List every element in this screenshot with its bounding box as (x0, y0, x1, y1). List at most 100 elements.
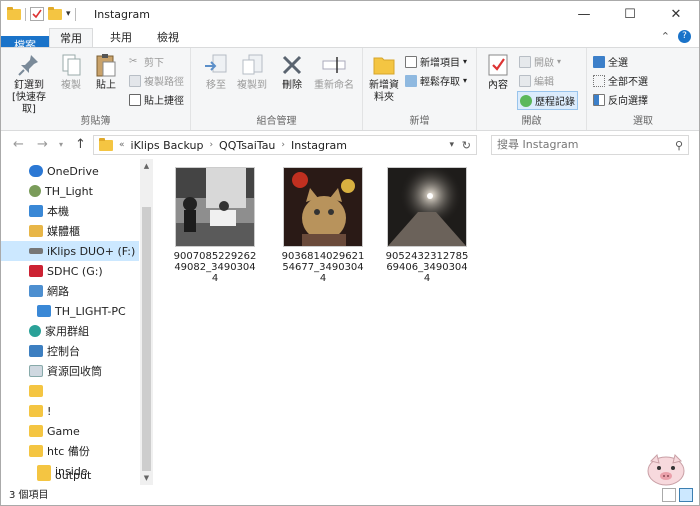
sidebar-item-onedrive[interactable]: OneDrive (29, 161, 99, 181)
copy-to-button[interactable]: 複製到 (235, 52, 269, 92)
breadcrumb-item[interactable]: QQTsaiTau (219, 139, 275, 152)
select-none-label: 全部不選 (608, 77, 648, 88)
large-icons-view-icon[interactable] (679, 488, 693, 502)
help-icon[interactable]: ? (678, 30, 691, 43)
history-button[interactable]: 歷程記錄 (517, 91, 578, 110)
back-arrow-icon[interactable]: ← (13, 137, 24, 152)
sidebar-item-user[interactable]: TH_Light (29, 181, 93, 201)
sidebar-item-iklips[interactable]: iKlips DUO+ (F:) (1, 241, 139, 261)
easy-access-label: 輕鬆存取 (420, 77, 460, 88)
pin-label: 釘選到 [快速存取] (12, 80, 46, 115)
pin-icon (16, 52, 42, 78)
sidebar-item-network[interactable]: 網路 (29, 281, 69, 301)
rename-button[interactable]: 重新命名 (311, 52, 357, 92)
title-bar: ▾ Instagram — ☐ ✕ (1, 1, 699, 28)
scissors-icon: ✂ (129, 55, 138, 67)
copy-path-label: 複製路徑 (144, 77, 184, 88)
status-bar: 3 個項目 (9, 490, 49, 501)
properties-check-icon[interactable] (30, 7, 44, 21)
chevron-right-icon[interactable]: › (209, 140, 213, 150)
search-input[interactable]: 搜尋 Instagram ⚲ (491, 135, 689, 155)
paste-shortcut-label: 貼上捷徑 (144, 96, 184, 107)
breadcrumb-item[interactable]: Instagram (291, 139, 347, 152)
sidebar-item-homegroup[interactable]: 家用群組 (29, 321, 89, 341)
tab-share[interactable]: 共用 (101, 28, 141, 47)
invert-selection-button[interactable]: 反向選擇 (593, 92, 648, 107)
scroll-up-arrow-icon[interactable]: ▲ (140, 159, 153, 173)
user-icon (29, 185, 41, 197)
sidebar-item-label: 控制台 (47, 345, 80, 358)
sidebar-item-folder-bang[interactable]: ! (29, 401, 51, 421)
breadcrumb-prefix[interactable]: « (119, 140, 125, 150)
new-folder-button[interactable]: 新增資料夾 (367, 52, 401, 104)
thumbnail-night-road (387, 167, 467, 247)
paste-label: 貼上 (96, 80, 116, 91)
address-bar[interactable]: « iKlips Backup › QQTsaiTau › Instagram … (93, 135, 477, 155)
sidebar-item-this-pc[interactable]: 本機 (29, 201, 69, 221)
customize-dropdown-icon[interactable]: ▾ (66, 9, 71, 19)
tab-home[interactable]: 常用 (49, 28, 93, 47)
sidebar-item-recycle-bin[interactable]: 資源回收筒 (29, 361, 102, 381)
invert-selection-label: 反向選擇 (608, 96, 648, 107)
new-folder-large-icon (371, 52, 397, 78)
up-arrow-icon[interactable]: ↑ (75, 137, 86, 152)
edit-button[interactable]: 編輯 (519, 73, 554, 88)
copy-button[interactable]: 複製 (56, 52, 86, 92)
cloud-icon (29, 165, 43, 177)
delete-button[interactable]: 刪除 (277, 52, 307, 92)
address-dropdown-icon[interactable]: ▾ (449, 140, 454, 150)
file-item[interactable]: 905243231278569406_34903044 (381, 167, 473, 284)
sidebar-item-label: htc 備份 (47, 445, 90, 458)
new-item-button[interactable]: 新增項目 ▾ (405, 54, 467, 69)
minimize-button[interactable]: — (561, 1, 607, 28)
chevron-right-icon[interactable]: › (281, 140, 285, 150)
recent-locations-icon[interactable]: ▾ (59, 140, 63, 149)
file-list: 900708522926249082_34903044 903681402962… (157, 159, 697, 485)
maximize-button[interactable]: ☐ (607, 1, 653, 28)
recycle-bin-icon (29, 365, 43, 377)
sidebar-item-label: iKlips DUO+ (F:) (47, 244, 136, 258)
monitor-icon (37, 305, 51, 317)
scroll-down-arrow-icon[interactable]: ▼ (140, 471, 153, 485)
file-item[interactable]: 900708522926249082_34903044 (169, 167, 261, 284)
sidebar-item-output-label[interactable]: output (37, 465, 91, 485)
forward-arrow-icon[interactable]: → (37, 137, 48, 152)
properties-label: 內容 (488, 80, 508, 91)
sidebar-scrollbar[interactable]: ▲ ▼ (140, 159, 153, 485)
close-button[interactable]: ✕ (653, 1, 699, 28)
open-button[interactable]: 開啟 ▾ (519, 54, 561, 69)
cut-button[interactable]: ✂ 剪下 (129, 54, 164, 70)
move-to-button[interactable]: 移至 (199, 52, 233, 92)
tab-view[interactable]: 檢視 (148, 28, 188, 47)
chevron-down-icon: ▾ (463, 57, 468, 66)
pin-quick-access-button[interactable]: 釘選到 [快速存取] (7, 52, 51, 116)
sidebar-item-sdhc[interactable]: SDHC (G:) (29, 261, 103, 281)
paste-shortcut-button[interactable]: 貼上捷徑 (129, 92, 184, 107)
quick-access-toolbar: ▾ (7, 6, 76, 21)
paste-button[interactable]: 貼上 (91, 52, 121, 92)
select-all-button[interactable]: 全選 (593, 54, 628, 69)
sidebar-item-network-pc[interactable]: TH_LIGHT-PC (37, 301, 126, 321)
copy-path-button[interactable]: 複製路徑 (129, 73, 184, 88)
sidebar-item-control-panel[interactable]: 控制台 (29, 341, 80, 361)
properties-button[interactable]: 內容 (483, 52, 513, 92)
sidebar-item-label: Game (47, 424, 80, 438)
copy-label: 複製 (61, 80, 81, 91)
easy-access-button[interactable]: 輕鬆存取 ▾ (405, 73, 467, 88)
file-item[interactable]: 903681402962154677_34903044 (277, 167, 369, 284)
select-none-button[interactable]: 全部不選 (593, 73, 648, 88)
sidebar-item-folder[interactable] (29, 381, 47, 401)
collapse-ribbon-icon[interactable]: ⌃ (661, 30, 670, 43)
refresh-icon[interactable]: ↻ (462, 139, 471, 152)
details-view-icon[interactable] (662, 488, 676, 502)
organize-group: 移至 複製到 刪除 重新命名 組合管理 (191, 48, 363, 130)
window-title: Instagram (94, 8, 150, 21)
scroll-thumb[interactable] (142, 207, 151, 471)
control-panel-icon (29, 345, 43, 357)
breadcrumb-item[interactable]: iKlips Backup (131, 139, 204, 152)
rename-label: 重新命名 (314, 80, 354, 91)
sidebar-item-libraries[interactable]: 媒體櫃 (29, 221, 80, 241)
new-folder-icon[interactable] (48, 6, 62, 20)
sidebar-item-game[interactable]: Game (29, 421, 80, 441)
sidebar-item-htc-backup[interactable]: htc 備份 (29, 441, 90, 461)
